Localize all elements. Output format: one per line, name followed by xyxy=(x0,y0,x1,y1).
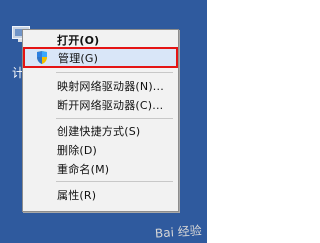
menu-item-delete[interactable]: 删除(D) xyxy=(24,140,177,159)
menu-item-create-shortcut-label: 创建快捷方式(S) xyxy=(57,124,141,138)
menu-item-open-label: 打开(O) xyxy=(57,33,100,47)
menu-item-rename[interactable]: 重命名(M) xyxy=(24,159,177,178)
menu-item-manage-label: 管理(G) xyxy=(58,51,99,65)
menu-item-disconnect-network-drive[interactable]: 断开网络驱动器(C)... xyxy=(24,95,177,114)
shield-icon xyxy=(37,51,47,64)
menu-item-disconnect-network-drive-label: 断开网络驱动器(C)... xyxy=(57,98,164,112)
menu-item-delete-label: 删除(D) xyxy=(57,143,98,157)
menu-item-map-network-drive[interactable]: 映射网络驱动器(N)... xyxy=(24,76,177,95)
menu-item-map-network-drive-label: 映射网络驱动器(N)... xyxy=(57,79,164,93)
menu-item-properties[interactable]: 属性(R) xyxy=(24,185,177,204)
menu-separator-2 xyxy=(56,118,173,119)
menu-item-manage[interactable]: 管理(G) xyxy=(23,47,178,68)
menu-separator-3 xyxy=(56,181,173,182)
menu-separator-1 xyxy=(56,72,173,73)
menu-item-rename-label: 重命名(M) xyxy=(57,162,110,176)
menu-item-properties-label: 属性(R) xyxy=(57,188,97,202)
context-menu: 打开(O) 管理(G) 映射网络驱动器(N)... 断开网络驱动器(C)... … xyxy=(22,29,179,212)
menu-item-create-shortcut[interactable]: 创建快捷方式(S) xyxy=(24,121,177,140)
menu-item-open[interactable]: 打开(O) xyxy=(24,30,177,49)
